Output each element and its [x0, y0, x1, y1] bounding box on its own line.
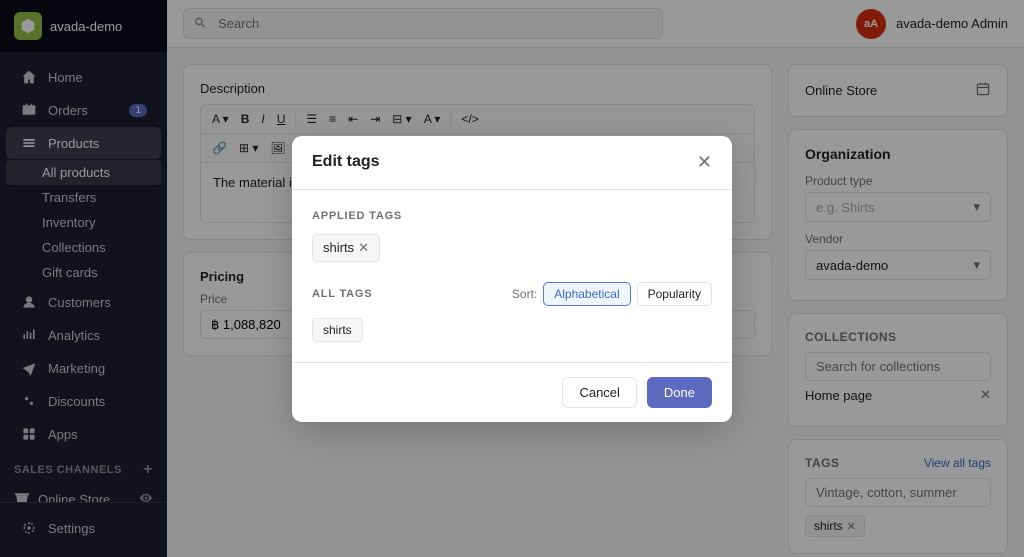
sort-alphabetical-button[interactable]: Alphabetical — [543, 282, 630, 306]
modal-footer: Cancel Done — [292, 362, 732, 422]
modal-overlay[interactable]: Edit tags ✕ APPLIED TAGS shirts ✕ ALL TA… — [0, 0, 1024, 557]
sort-group: Sort: Alphabetical Popularity — [512, 282, 712, 306]
sort-popularity-button[interactable]: Popularity — [637, 282, 712, 306]
applied-tags-list: shirts ✕ — [312, 234, 712, 262]
all-tag-shirts[interactable]: shirts — [312, 318, 363, 342]
remove-applied-tag-shirts-button[interactable]: ✕ — [358, 240, 369, 256]
all-tags-header: ALL TAGS Sort: Alphabetical Popularity — [312, 282, 712, 306]
all-tags-label: ALL TAGS — [312, 288, 372, 300]
modal-applied-tag-shirts: shirts ✕ — [312, 234, 380, 262]
sort-label: Sort: — [512, 287, 537, 301]
applied-tags-label: APPLIED TAGS — [312, 210, 712, 222]
modal-header: Edit tags ✕ — [292, 136, 732, 190]
modal-close-button[interactable]: ✕ — [697, 152, 712, 173]
edit-tags-modal: Edit tags ✕ APPLIED TAGS shirts ✕ ALL TA… — [292, 136, 732, 422]
modal-title: Edit tags — [312, 153, 380, 171]
modal-body: APPLIED TAGS shirts ✕ ALL TAGS Sort: Alp… — [292, 190, 732, 362]
modal-cancel-button[interactable]: Cancel — [562, 377, 636, 408]
modal-done-button[interactable]: Done — [647, 377, 712, 408]
all-tags-list: shirts — [312, 318, 712, 342]
